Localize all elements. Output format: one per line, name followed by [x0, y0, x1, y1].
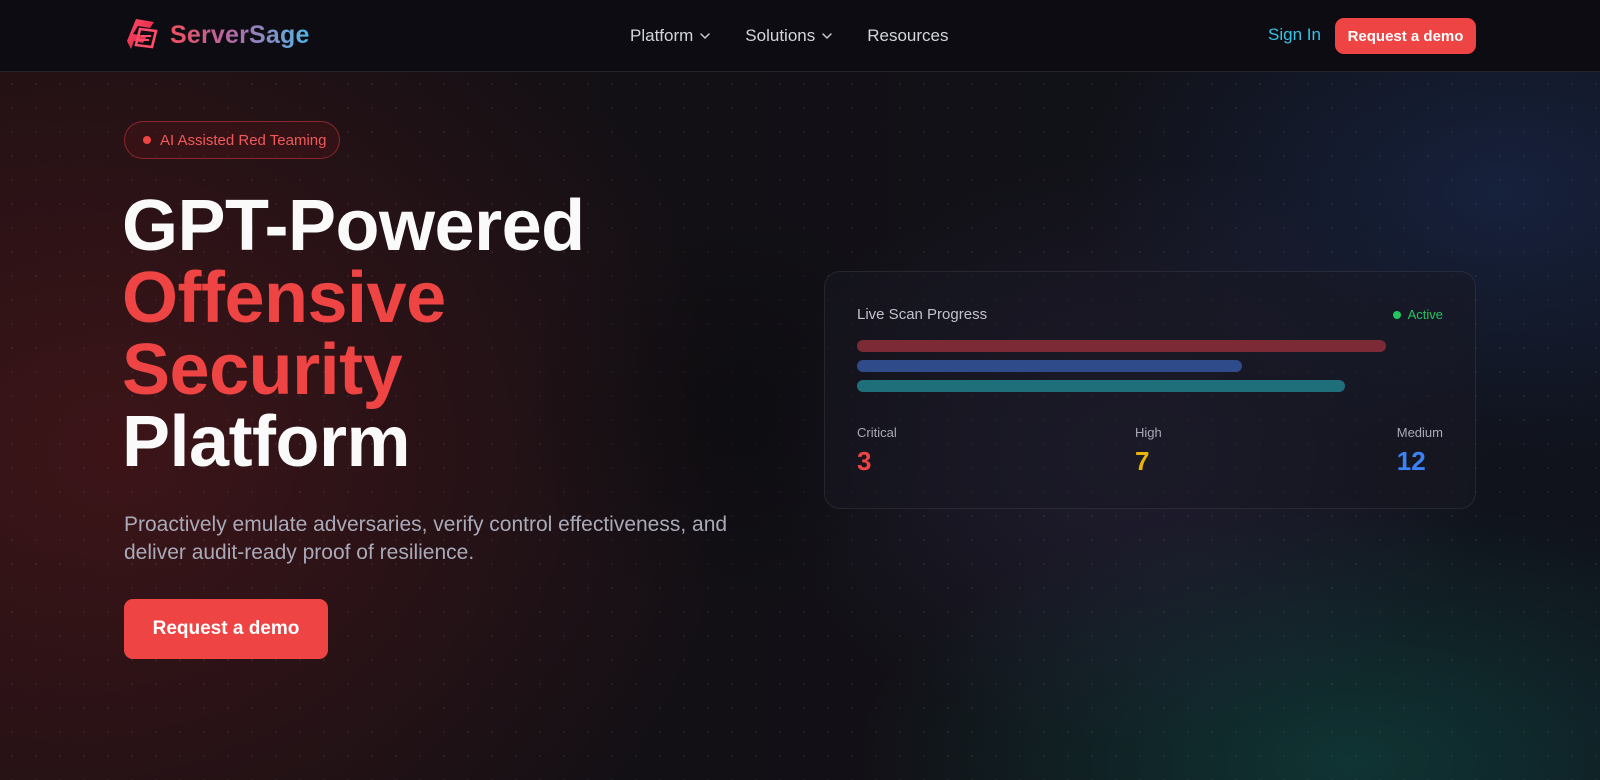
request-demo-button-nav[interactable]: Request a demo [1335, 18, 1476, 54]
stat-medium: Medium 12 [1397, 425, 1443, 477]
stat-critical: Critical 3 [857, 425, 897, 477]
stat-value: 3 [857, 446, 872, 476]
progress-bar-critical [857, 340, 1386, 352]
stat-value: 12 [1396, 446, 1426, 476]
card-title: Live Scan Progress [857, 306, 988, 323]
stat-value: 7 [1135, 446, 1150, 476]
hero-subtitle-line: Proactively emulate adversaries, verify … [124, 513, 728, 536]
stat-label: Critical [857, 425, 897, 440]
nav-item-label: Platform [630, 26, 694, 45]
sign-in-link[interactable]: Sign In [1268, 25, 1321, 45]
status-dot-icon [1392, 310, 1401, 319]
live-scan-card: Live Scan Progress Active Critical 3 Hig… [824, 271, 1476, 509]
hero-title-line: Security [122, 330, 403, 410]
hero-subtitle: Proactively emulate adversaries, verify … [124, 511, 764, 567]
nav-item-label: Resources [867, 26, 949, 45]
hero-title-line: Platform [122, 402, 411, 482]
nav-item-platform[interactable]: Platform [630, 26, 711, 46]
hero-title-line: Offensive [122, 258, 446, 338]
progress-bar-medium [857, 380, 1345, 392]
serversage-logo-icon [127, 19, 158, 49]
brand-name: ServerSage [170, 20, 310, 49]
stat-label: High [1135, 425, 1162, 440]
hero-subtitle-line: deliver audit-ready proof of resilience. [124, 541, 475, 564]
progress-bar-high [857, 360, 1242, 372]
stat-label: Medium [1396, 425, 1443, 440]
badge-label: AI Assisted Red Teaming [160, 131, 327, 149]
badge-dot-icon [143, 136, 151, 144]
hero-title: GPT-Powered Offensive Security Platform [122, 190, 585, 478]
top-navbar: ServerSage Platform Solutions Resources … [0, 0, 1600, 72]
nav-item-solutions[interactable]: Solutions [745, 26, 833, 46]
main-menu: Platform Solutions Resources [630, 0, 949, 72]
hero-title-line: GPT-Powered [122, 186, 585, 266]
status-indicator: Active [1392, 307, 1443, 322]
nav-item-resources[interactable]: Resources [867, 26, 948, 46]
nav-item-label: Solutions [745, 26, 816, 45]
hero-badge: AI Assisted Red Teaming [124, 121, 340, 159]
request-demo-button-hero[interactable]: Request a demo [124, 599, 328, 659]
chevron-down-icon [700, 33, 711, 40]
status-label: Active [1407, 307, 1443, 322]
chevron-down-icon [822, 33, 832, 40]
stat-high: High 7 [1135, 425, 1162, 477]
brand-logo[interactable]: ServerSage [124, 17, 310, 53]
